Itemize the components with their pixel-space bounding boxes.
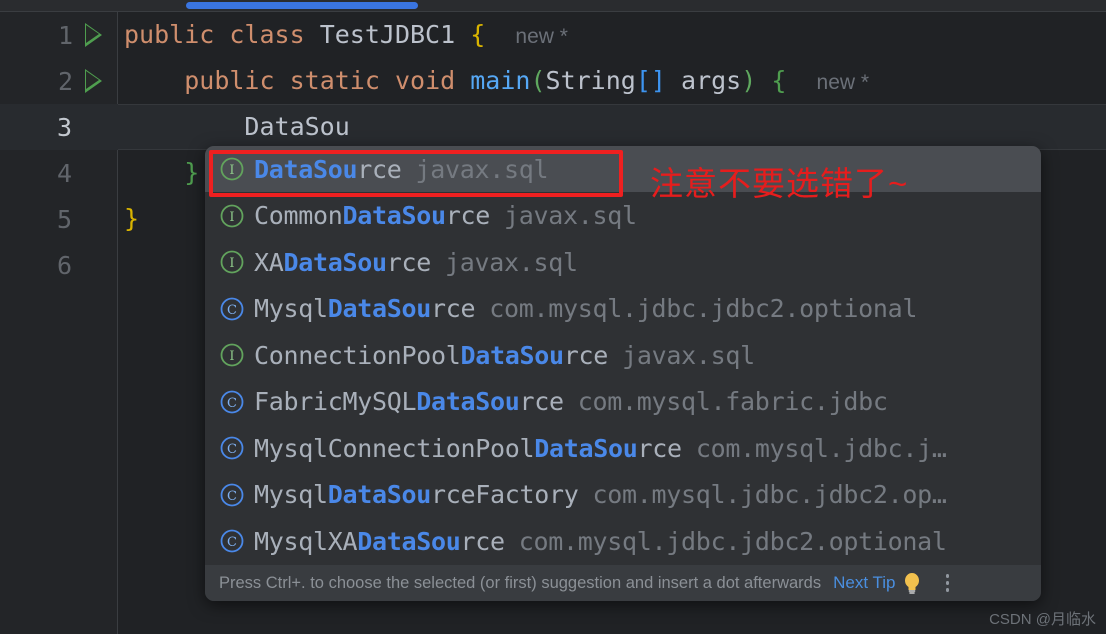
class-icon: C <box>217 294 247 324</box>
code-line-2: public static void main(String[] args) {… <box>118 58 1106 104</box>
completion-item[interactable]: I XADataSource javax.sql <box>205 239 1041 285</box>
line-number: 1 <box>57 20 73 50</box>
code-line-1: public class TestJDBC1 { new * <box>118 12 1106 58</box>
array-brackets: [] <box>635 66 666 95</box>
keyword-static: static <box>289 66 380 95</box>
completion-item-package: javax.sql <box>445 247 578 277</box>
gutter-line-5: 5 <box>0 196 118 242</box>
svg-text:I: I <box>229 163 234 178</box>
close-brace: } <box>124 204 140 233</box>
gutter-line-2: 2 <box>0 58 118 104</box>
next-tip-link[interactable]: Next Tip <box>833 573 895 593</box>
completion-item[interactable]: I CommonDataSource javax.sql <box>205 193 1041 239</box>
completion-item[interactable]: C MysqlDataSource com.mysql.jdbc.jdbc2.opt… <box>205 286 1041 332</box>
line-number: 5 <box>56 204 72 234</box>
gutter-line-4: 4 <box>0 150 118 196</box>
svg-text:I: I <box>229 210 234 225</box>
completion-item-package: javax.sql <box>622 340 755 370</box>
code-completion-popup[interactable]: I DataSource javax.sql I CommonDataSource jav… <box>205 146 1041 601</box>
run-gutter-icon[interactable] <box>80 66 110 96</box>
completion-item-package: com.mysql.jdbc.jdbc2.optional <box>489 294 918 323</box>
completion-item[interactable]: I DataSource javax.sql <box>205 146 1041 192</box>
class-icon: C <box>217 433 247 463</box>
completion-item-name: CommonDataSource <box>254 201 491 230</box>
gutter-line-3: 3 <box>0 104 118 150</box>
code-line-3: DataSou <box>118 104 1106 150</box>
line-number: 3 <box>56 112 72 142</box>
typed-prefix: DataSou <box>244 112 350 141</box>
close-brace: } <box>184 158 200 187</box>
gutter-line-1: 1 <box>0 12 118 58</box>
class-name: TestJDBC1 <box>319 20 456 49</box>
svg-text:C: C <box>227 442 237 457</box>
completion-item[interactable]: C MysqlDataSourceFactory com.mysql.jdbc.jd… <box>205 472 1041 518</box>
keyword-void: void <box>394 66 456 95</box>
completion-item[interactable]: I ConnectionPoolDataSource javax.sql <box>205 332 1041 378</box>
svg-text:C: C <box>227 535 237 550</box>
open-brace: { <box>771 66 787 95</box>
svg-text:I: I <box>229 256 234 271</box>
keyword-public: public <box>124 20 215 49</box>
param-type: String <box>545 66 636 95</box>
completion-item-name: MysqlConnectionPoolDataSource <box>254 433 682 463</box>
interface-icon: I <box>217 340 247 370</box>
completion-item-name: DataSource <box>254 154 402 184</box>
svg-text:C: C <box>227 303 237 318</box>
completion-item-name: MysqlXADataSource <box>254 526 505 556</box>
completion-item-name: MysqlDataSourceFactory <box>254 480 579 509</box>
class-icon: C <box>217 526 247 556</box>
line-number: 4 <box>56 158 72 188</box>
param-name: args <box>681 66 742 95</box>
completion-item-package: javax.sql <box>504 201 637 230</box>
class-icon: C <box>217 480 247 510</box>
footer-hint-text: Press Ctrl+. to choose the selected (or … <box>219 573 822 592</box>
code-vision-hint[interactable]: new * <box>515 25 568 48</box>
open-brace: { <box>470 20 486 49</box>
completion-item-name: FabricMySQLDataSource <box>254 387 564 416</box>
completion-item[interactable]: C MysqlConnectionPoolDataSource com.mysql.… <box>205 425 1041 471</box>
completion-item-package: com.mysql.jdbc.jdbc2.op… <box>592 480 947 509</box>
class-icon: C <box>217 387 247 417</box>
ide-editor-window: 1 2 3 4 5 6 public class TestJDBC1 { new… <box>0 0 1106 634</box>
right-paren: ) <box>741 66 757 95</box>
lightbulb-icon[interactable] <box>901 571 923 595</box>
svg-text:C: C <box>227 396 237 411</box>
svg-text:C: C <box>227 489 237 504</box>
completion-list[interactable]: I DataSource javax.sql I CommonDataSource jav… <box>205 146 1041 566</box>
completion-item-name: MysqlDataSource <box>254 294 476 323</box>
completion-footer: Press Ctrl+. to choose the selected (or … <box>205 565 1041 601</box>
completion-item-package: com.mysql.fabric.jdbc <box>577 387 888 416</box>
left-paren: ( <box>530 66 546 95</box>
code-vision-hint[interactable]: new * <box>817 71 870 94</box>
completion-item-name: ConnectionPoolDataSource <box>254 340 609 370</box>
annotation-note-text: 注意不要选错了~ <box>650 165 909 202</box>
run-gutter-icon[interactable] <box>80 20 110 50</box>
completion-item-package: com.mysql.jdbc.j… <box>695 433 947 463</box>
gutter-line-6: 6 <box>0 242 118 288</box>
completion-item-package: javax.sql <box>415 154 549 184</box>
keyword-class: class <box>229 20 305 49</box>
line-number: 6 <box>56 250 72 280</box>
interface-icon: I <box>217 247 247 277</box>
svg-text:I: I <box>229 349 234 364</box>
line-number: 2 <box>57 66 73 96</box>
watermark: CSDN @月临水 <box>989 611 1096 628</box>
keyword-public: public <box>184 66 275 95</box>
completion-item-name: XADataSource <box>254 247 432 277</box>
kebab-menu-icon[interactable] <box>937 571 957 595</box>
completion-item[interactable]: C FabricMySQLDataSource com.mysql.fabric.j… <box>205 379 1041 425</box>
horizontal-scrollbar-thumb[interactable] <box>186 2 418 9</box>
completion-item[interactable]: C MysqlXADataSource com.mysql.jdbc.jdbc2.o… <box>205 518 1041 564</box>
interface-icon: I <box>217 201 247 231</box>
interface-icon: I <box>217 154 247 184</box>
method-name: main <box>470 66 531 95</box>
completion-item-package: com.mysql.jdbc.jdbc2.optional <box>518 526 947 556</box>
